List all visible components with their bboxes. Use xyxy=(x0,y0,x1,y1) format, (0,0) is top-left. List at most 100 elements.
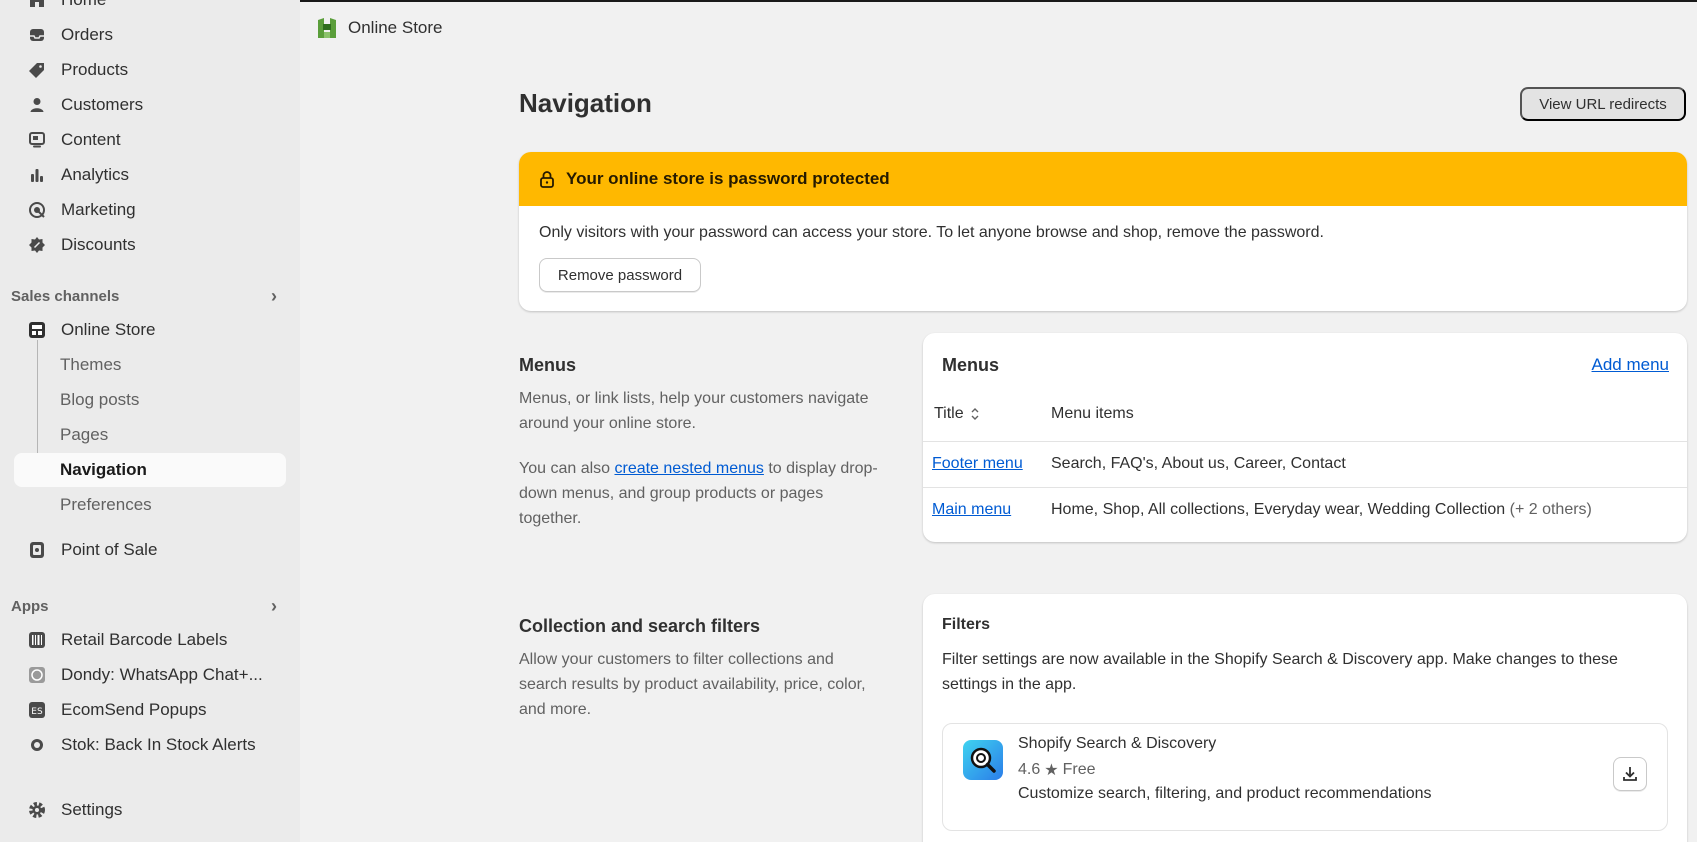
sort-icon xyxy=(971,408,979,420)
banner-text: Only visitors with your password can acc… xyxy=(539,224,1324,241)
apps-label: Apps xyxy=(11,597,49,615)
app-name: Shopify Search & Discovery xyxy=(1018,735,1217,752)
sidebar-item-orders[interactable]: Orders xyxy=(14,18,286,52)
sidebar-item-analytics[interactable]: Analytics xyxy=(14,158,286,192)
password-banner: Your online store is password protected … xyxy=(519,152,1687,311)
sales-channels-label: Sales channels xyxy=(11,287,120,305)
star-icon: ★ xyxy=(1044,762,1059,779)
sidebar-item-products[interactable]: Products xyxy=(14,53,286,87)
app-meta: 4.6 ★ Free xyxy=(1018,760,1096,780)
sidebar-item-blog-posts[interactable]: Blog posts xyxy=(14,383,286,417)
banner-title: Your online store is password protected xyxy=(566,169,890,188)
gear-icon xyxy=(27,800,47,820)
menus-card: Menus Add menu Title Menu items Footer m… xyxy=(923,333,1687,542)
sidebar-item-pages[interactable]: Pages xyxy=(14,418,286,452)
barcode-app-icon xyxy=(27,630,47,650)
store-icon xyxy=(27,320,47,340)
sidebar-item-marketing[interactable]: Marketing xyxy=(14,193,286,227)
main-menu-link[interactable]: Main menu xyxy=(932,501,1011,519)
filters-card-title: Filters xyxy=(942,616,991,633)
sidebar-item-label: Online Store xyxy=(61,320,156,339)
inbox-icon xyxy=(27,25,47,45)
app-listing[interactable]: Shopify Search & Discovery 4.6 ★ Free Cu… xyxy=(942,723,1668,831)
search-discovery-app-icon xyxy=(963,740,1003,780)
person-icon xyxy=(27,95,47,115)
discount-icon xyxy=(27,235,47,255)
sidebar-item-dondy[interactable]: Dondy: WhatsApp Chat+... xyxy=(14,658,286,692)
ecomsend-app-icon: ES xyxy=(27,700,47,720)
sidebar-item-label: Discounts xyxy=(61,235,136,254)
add-menu-link[interactable]: Add menu xyxy=(1592,355,1670,375)
sidebar-item-label: Dondy: WhatsApp Chat+... xyxy=(61,665,263,684)
sidebar-item-label: Blog posts xyxy=(60,390,140,409)
filters-section-title: Collection and search filters xyxy=(519,616,761,636)
footer-menu-link[interactable]: Footer menu xyxy=(932,455,1023,473)
nested-text-pre: You can also xyxy=(519,460,615,477)
sidebar-item-label: Stok: Back In Stock Alerts xyxy=(61,735,256,754)
sidebar-item-stok[interactable]: Stok: Back In Stock Alerts xyxy=(14,728,286,762)
sidebar-item-themes[interactable]: Themes xyxy=(14,348,286,382)
sidebar-item-label: Marketing xyxy=(61,200,136,219)
sidebar-item-preferences[interactable]: Preferences xyxy=(14,488,286,522)
filters-card: Filters Filter settings are now availabl… xyxy=(923,594,1687,842)
sidebar-item-label: Orders xyxy=(61,25,113,44)
sidebar-item-home[interactable]: Home xyxy=(14,0,286,17)
svg-text:ES: ES xyxy=(31,707,43,717)
create-nested-menus-link[interactable]: create nested menus xyxy=(614,460,763,477)
sidebar-item-customers[interactable]: Customers xyxy=(14,88,286,122)
sidebar-item-label: Pages xyxy=(60,425,109,444)
sidebar-item-ecomsend[interactable]: ES EcomSend Popups xyxy=(14,693,286,727)
sidebar-item-label: Home xyxy=(61,0,106,10)
sidebar-item-online-store[interactable]: Online Store xyxy=(14,313,286,347)
online-store-logo-icon xyxy=(318,18,336,38)
menu-items-column-header: Menu items xyxy=(1051,405,1134,422)
remove-password-button[interactable]: Remove password xyxy=(539,258,701,292)
sidebar-item-label: Analytics xyxy=(61,165,130,184)
sidebar-item-label: Products xyxy=(61,60,129,79)
main-menu-items-text: Home, Shop, All collections, Everyday we… xyxy=(1051,501,1506,518)
store-breadcrumb: Online Store xyxy=(316,16,443,40)
title-column-header[interactable]: Title xyxy=(934,405,981,423)
menus-section-title: Menus xyxy=(519,355,577,375)
stok-app-icon xyxy=(27,735,47,755)
filters-section-description: Allow your customers to filter collectio… xyxy=(519,651,866,718)
sidebar-item-label: Settings xyxy=(61,800,123,819)
banner-header: Your online store is password protected xyxy=(519,152,1687,206)
sidebar-item-point-of-sale[interactable]: Point of Sale xyxy=(14,533,286,567)
magnifier-icon xyxy=(970,747,996,773)
apps-heading[interactable]: Apps › xyxy=(11,594,281,618)
sidebar-item-label: Themes xyxy=(60,355,122,374)
page-title: Navigation xyxy=(519,88,652,118)
download-icon xyxy=(1623,767,1637,781)
tag-icon xyxy=(27,60,47,80)
sidebar-item-label: Point of Sale xyxy=(61,540,158,559)
view-url-redirects-button[interactable]: View URL redirects xyxy=(1520,87,1686,121)
home-icon xyxy=(27,0,47,10)
sidebar-item-label: Navigation xyxy=(60,460,147,479)
sidebar-item-retail-barcode[interactable]: Retail Barcode Labels xyxy=(14,623,286,657)
sidebar-item-discounts[interactable]: Discounts xyxy=(14,228,286,262)
sidebar-item-settings[interactable]: Settings xyxy=(14,793,286,827)
sidebar-item-label: Preferences xyxy=(60,495,152,514)
install-app-button[interactable] xyxy=(1613,757,1647,791)
sidebar-item-label: EcomSend Popups xyxy=(61,700,207,719)
row-divider xyxy=(923,441,1687,442)
app-price: Free xyxy=(1062,761,1096,778)
menus-card-title: Menus xyxy=(942,355,1000,375)
sidebar-item-navigation[interactable]: Navigation xyxy=(14,453,286,487)
sidebar-item-label: Retail Barcode Labels xyxy=(61,630,228,649)
chevron-right-icon: › xyxy=(271,595,277,616)
content-icon xyxy=(27,130,47,150)
menus-section-nested-text: You can also create nested menus to disp… xyxy=(519,456,879,531)
sales-channels-heading[interactable]: Sales channels › xyxy=(11,284,281,308)
footer-menu-items: Search, FAQ's, About us, Career, Contact xyxy=(1051,455,1346,472)
main-menu-items: Home, Shop, All collections, Everyday we… xyxy=(1051,501,1592,519)
sidebar: Home Orders Products Customers Content A… xyxy=(0,0,300,842)
store-label: Online Store xyxy=(348,18,443,37)
pos-icon xyxy=(27,540,47,560)
sidebar-item-content[interactable]: Content xyxy=(14,123,286,157)
chevron-right-icon: › xyxy=(271,285,277,306)
lock-icon xyxy=(540,171,554,188)
app-description: Customize search, filtering, and product… xyxy=(1018,785,1432,802)
target-icon xyxy=(27,200,47,220)
